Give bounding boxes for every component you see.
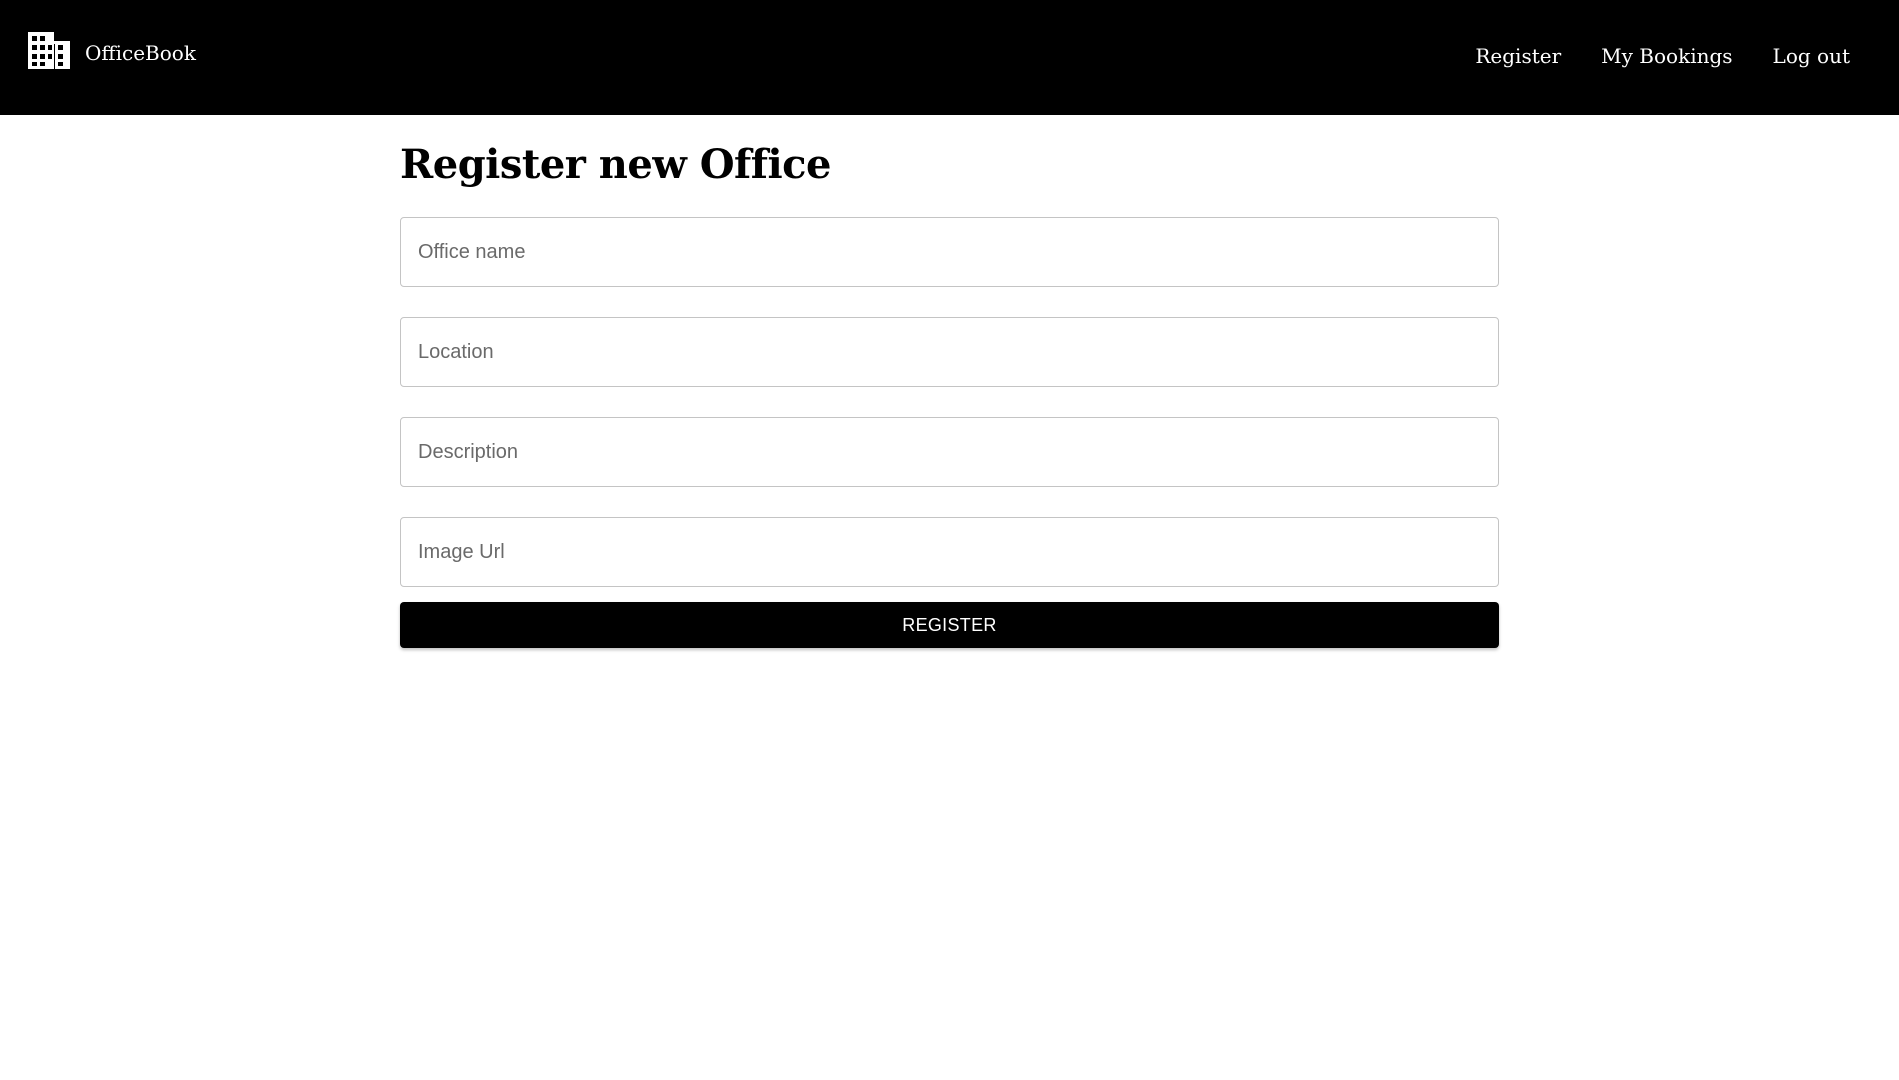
- brand-name: OfficeBook: [85, 40, 196, 65]
- brand-link[interactable]: OfficeBook: [28, 32, 196, 69]
- image-url-input[interactable]: [400, 517, 1499, 587]
- office-building-icon: [28, 32, 70, 69]
- nav-links: Register My Bookings Log out: [1435, 44, 1850, 68]
- description-input[interactable]: [400, 417, 1499, 487]
- description-field-wrap: [400, 417, 1499, 487]
- location-field-wrap: [400, 317, 1499, 387]
- page-title: Register new Office: [400, 141, 831, 188]
- top-navbar: OfficeBook Register My Bookings Log out: [0, 0, 1899, 115]
- register-button[interactable]: REGISTER: [400, 602, 1499, 648]
- nav-link-my-bookings[interactable]: My Bookings: [1601, 44, 1732, 68]
- nav-link-register[interactable]: Register: [1475, 44, 1561, 68]
- register-office-form: Register new Office REGISTER: [400, 115, 1499, 648]
- location-input[interactable]: [400, 317, 1499, 387]
- office-name-input[interactable]: [400, 217, 1499, 287]
- nav-link-log-out[interactable]: Log out: [1773, 44, 1850, 68]
- image-url-field-wrap: [400, 517, 1499, 587]
- office-name-field-wrap: [400, 217, 1499, 287]
